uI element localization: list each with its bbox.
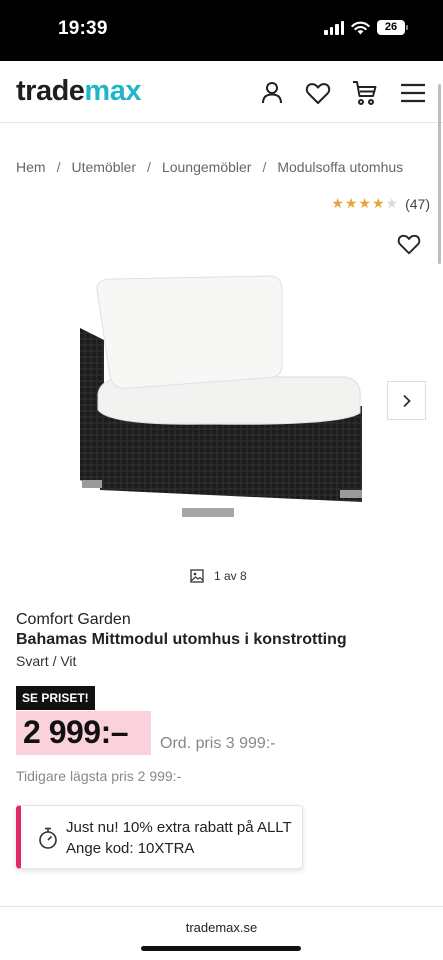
product-brand[interactable]: Comfort Garden: [16, 611, 131, 629]
review-count: (47): [405, 195, 430, 212]
promo-text: Just nu! 10% extra rabatt på ALLT: [66, 819, 292, 836]
breadcrumb-item-loungemobler[interactable]: Loungemöbler: [162, 159, 252, 175]
browser-address-bar[interactable]: trademax.se: [0, 906, 443, 960]
product-image[interactable]: [70, 270, 370, 530]
breadcrumb-separator: /: [147, 159, 151, 175]
ordinary-price: Ord. pris 3 999:-: [160, 735, 276, 752]
breadcrumb-item-utemobler[interactable]: Utemöbler: [71, 159, 136, 175]
breadcrumb-separator: /: [262, 159, 267, 175]
home-indicator[interactable]: [141, 946, 301, 951]
page-scrollbar[interactable]: [438, 84, 441, 264]
cart-icon[interactable]: [351, 79, 379, 107]
price-box: 2 999:–: [16, 711, 151, 755]
signal-icon: [324, 20, 344, 35]
promo-banner: Just nu! 10% extra rabatt på ALLT Ange k…: [16, 805, 303, 869]
gallery-next-button[interactable]: [387, 381, 426, 420]
wishlist-heart-icon[interactable]: [396, 232, 422, 256]
price-badge: SE PRISET!: [16, 686, 95, 710]
battery-icon: 26: [377, 20, 408, 35]
chevron-right-icon: [402, 394, 411, 407]
status-time: 19:39: [58, 18, 108, 39]
menu-icon[interactable]: [399, 79, 427, 107]
breadcrumb-separator: /: [56, 159, 61, 175]
status-icons: 26: [324, 20, 408, 35]
promo-code-text: Ange kod: 10XTRA: [66, 840, 195, 857]
image-counter-text: 1 av 8: [214, 569, 247, 583]
site-header: trademax: [0, 61, 443, 123]
current-price: 2 999:–: [23, 714, 129, 750]
logo-text-max: max: [84, 75, 141, 107]
image-counter: 1 av 8: [190, 569, 247, 583]
breadcrumb-item-hem[interactable]: Hem: [16, 159, 46, 175]
heart-icon[interactable]: [304, 79, 332, 107]
logo-text-trade: trade: [16, 75, 85, 107]
wifi-icon: [351, 21, 370, 34]
url-text[interactable]: trademax.se: [0, 920, 443, 935]
breadcrumb-item-modulsoffa[interactable]: Modulsoffa utomhus: [277, 159, 403, 175]
lowest-previous-price: Tidigare lägsta pris 2 999:-: [16, 768, 182, 784]
breadcrumb: Hem / Utemöbler / Loungemöbler / Modulsoffa ut…: [16, 159, 403, 175]
trademax-logo[interactable]: trademax: [16, 75, 141, 108]
product-title: Bahamas Mittmodul utomhus i konstrotting: [16, 631, 347, 648]
image-icon: [190, 569, 204, 583]
product-rating[interactable]: ★★★★★ (47): [331, 195, 430, 212]
stopwatch-icon: [39, 827, 57, 849]
rating-stars: ★★★★★: [331, 195, 400, 211]
status-bar: 19:39 26: [0, 0, 443, 61]
product-variant: Svart / Vit: [16, 653, 77, 669]
user-icon[interactable]: [258, 79, 286, 107]
